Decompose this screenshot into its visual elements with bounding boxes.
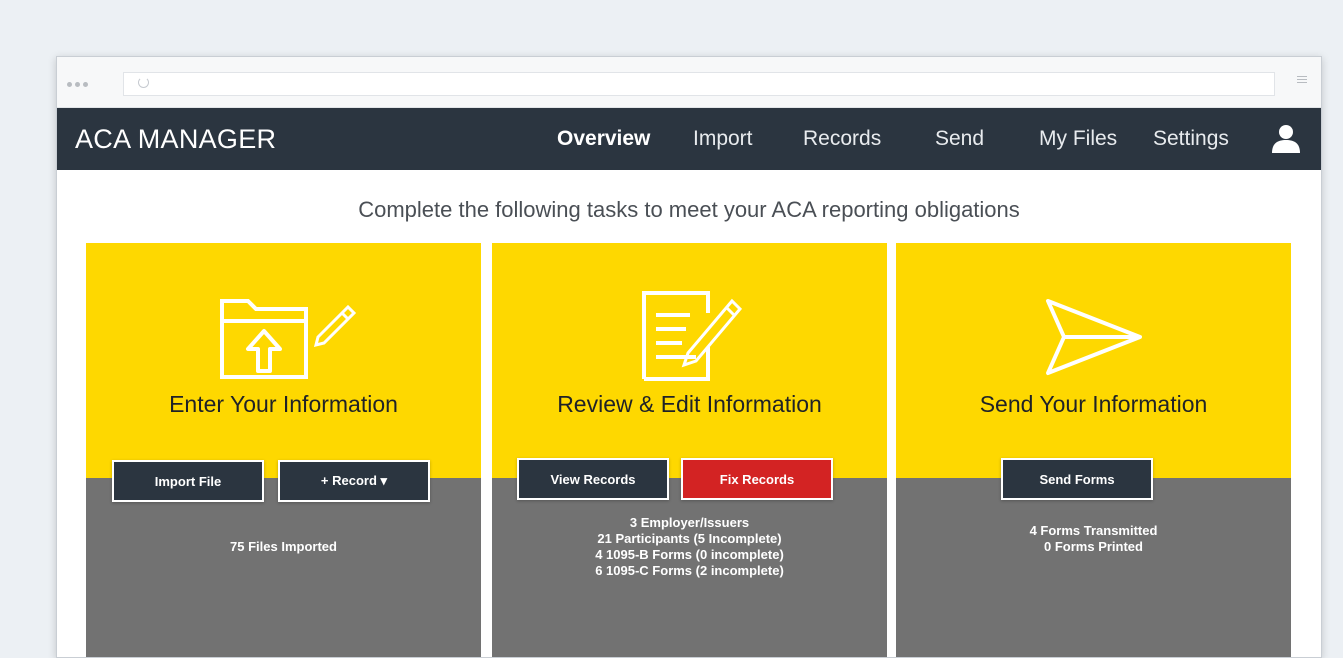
browser-chrome	[57, 57, 1321, 108]
card-bottom	[86, 478, 481, 657]
document-edit-icon	[642, 291, 743, 381]
stat-line: 21 Participants (5 Incomplete)	[597, 531, 782, 546]
folder-upload-pencil-icon	[220, 299, 357, 379]
intro-text: Complete the following tasks to meet you…	[358, 197, 1020, 222]
card-title: Review & Edit Information	[557, 391, 822, 417]
view-records-button[interactable]: View Records	[517, 458, 669, 500]
stat-line: 0 Forms Printed	[1044, 539, 1143, 554]
add-record-button[interactable]: + Record ▾	[278, 460, 430, 502]
browser-window: ACA MANAGER Overview Import Records Send…	[56, 56, 1322, 658]
card-stats: 3 Employer/Issuers 21 Participants (5 In…	[492, 515, 887, 579]
window-dots	[67, 82, 88, 87]
card-enter-information: Enter Your Information Import File + Rec…	[86, 243, 481, 657]
nav-overview[interactable]: Overview	[557, 127, 650, 151]
card-stats: 4 Forms Transmitted 0 Forms Printed	[896, 523, 1291, 555]
stat-line: 75 Files Imported	[230, 539, 337, 554]
stat-line: 3 Employer/Issuers	[629, 515, 750, 530]
card-title: Send Your Information	[979, 391, 1208, 417]
send-forms-button[interactable]: Send Forms	[1001, 458, 1153, 500]
stat-line: 4 1095-B Forms (0 incomplete)	[595, 547, 784, 562]
browser-menu-icon[interactable]	[1297, 76, 1307, 83]
paper-plane-icon	[1046, 299, 1142, 375]
stat-line: 4 Forms Transmitted	[1029, 523, 1158, 538]
card-bottom	[896, 478, 1291, 657]
card-review-information: Review & Edit Information View Records F…	[492, 243, 887, 657]
stat-line: 6 1095-C Forms (2 incomplete)	[595, 563, 784, 578]
nav-send[interactable]: Send	[935, 127, 984, 151]
nav-import[interactable]: Import	[693, 127, 753, 151]
card-title: Enter Your Information	[169, 391, 398, 417]
card-send-information: Send Your Information Send Forms 4 Forms…	[896, 243, 1291, 657]
top-navbar: ACA MANAGER Overview Import Records Send…	[57, 108, 1321, 170]
reload-icon[interactable]	[138, 77, 149, 88]
import-file-button[interactable]: Import File	[112, 460, 264, 502]
address-bar[interactable]	[123, 72, 1275, 96]
nav-my-files[interactable]: My Files	[1039, 127, 1117, 151]
nav-records[interactable]: Records	[803, 127, 881, 151]
app-title: ACA MANAGER	[75, 124, 277, 154]
nav-settings[interactable]: Settings	[1153, 127, 1229, 151]
card-stats: 75 Files Imported	[86, 539, 481, 555]
fix-records-button[interactable]: Fix Records	[681, 458, 833, 500]
user-icon[interactable]	[1269, 122, 1303, 156]
